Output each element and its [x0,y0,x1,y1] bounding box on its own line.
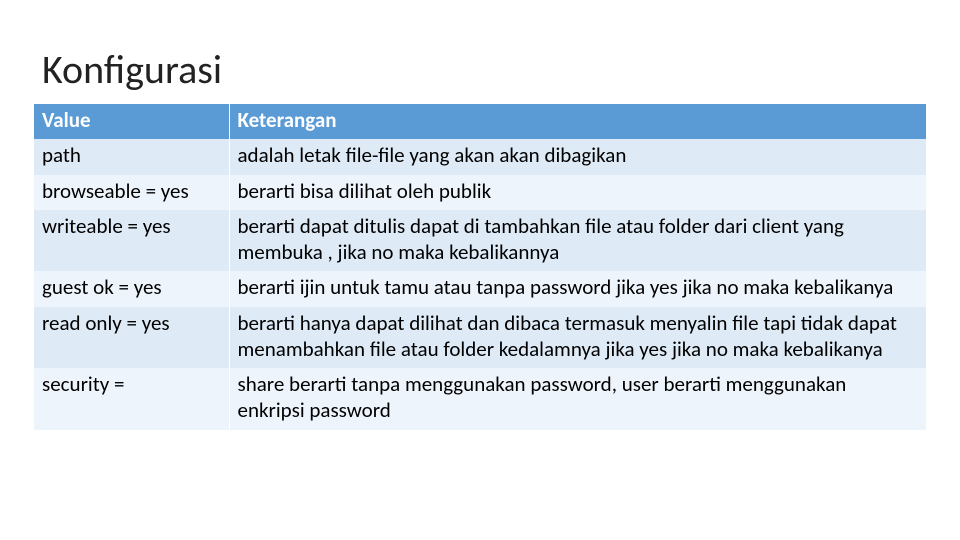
table-row: guest ok = yes berarti ijin untuk tamu a… [34,271,926,306]
table-row: security = share berarti tanpa menggunak… [34,368,926,430]
cell-desc: berarti dapat ditulis dapat di tambahkan… [229,210,926,272]
table-row: read only = yes berarti hanya dapat dili… [34,307,926,369]
col-header-value: Value [34,104,229,139]
cell-value: security = [34,368,229,430]
cell-value: read only = yes [34,307,229,369]
cell-value: browseable = yes [34,175,229,210]
cell-value: guest ok = yes [34,271,229,306]
cell-desc: berarti hanya dapat dilihat dan dibaca t… [229,307,926,369]
slide: Konfigurasi Value Keterangan path adalah… [0,0,960,540]
table-row: writeable = yes berarti dapat ditulis da… [34,210,926,272]
cell-value: path [34,139,229,174]
cell-desc: share berarti tanpa menggunakan password… [229,368,926,430]
cell-desc: adalah letak file-file yang akan akan di… [229,139,926,174]
cell-desc: berarti bisa dilihat oleh publik [229,175,926,210]
page-title: Konfigurasi [42,48,926,92]
col-header-keterangan: Keterangan [229,104,926,139]
table-row: path adalah letak file-file yang akan ak… [34,139,926,174]
config-table: Value Keterangan path adalah letak file-… [34,104,926,430]
table-row: browseable = yes berarti bisa dilihat ol… [34,175,926,210]
cell-desc: berarti ijin untuk tamu atau tanpa passw… [229,271,926,306]
cell-value: writeable = yes [34,210,229,272]
table-header-row: Value Keterangan [34,104,926,139]
